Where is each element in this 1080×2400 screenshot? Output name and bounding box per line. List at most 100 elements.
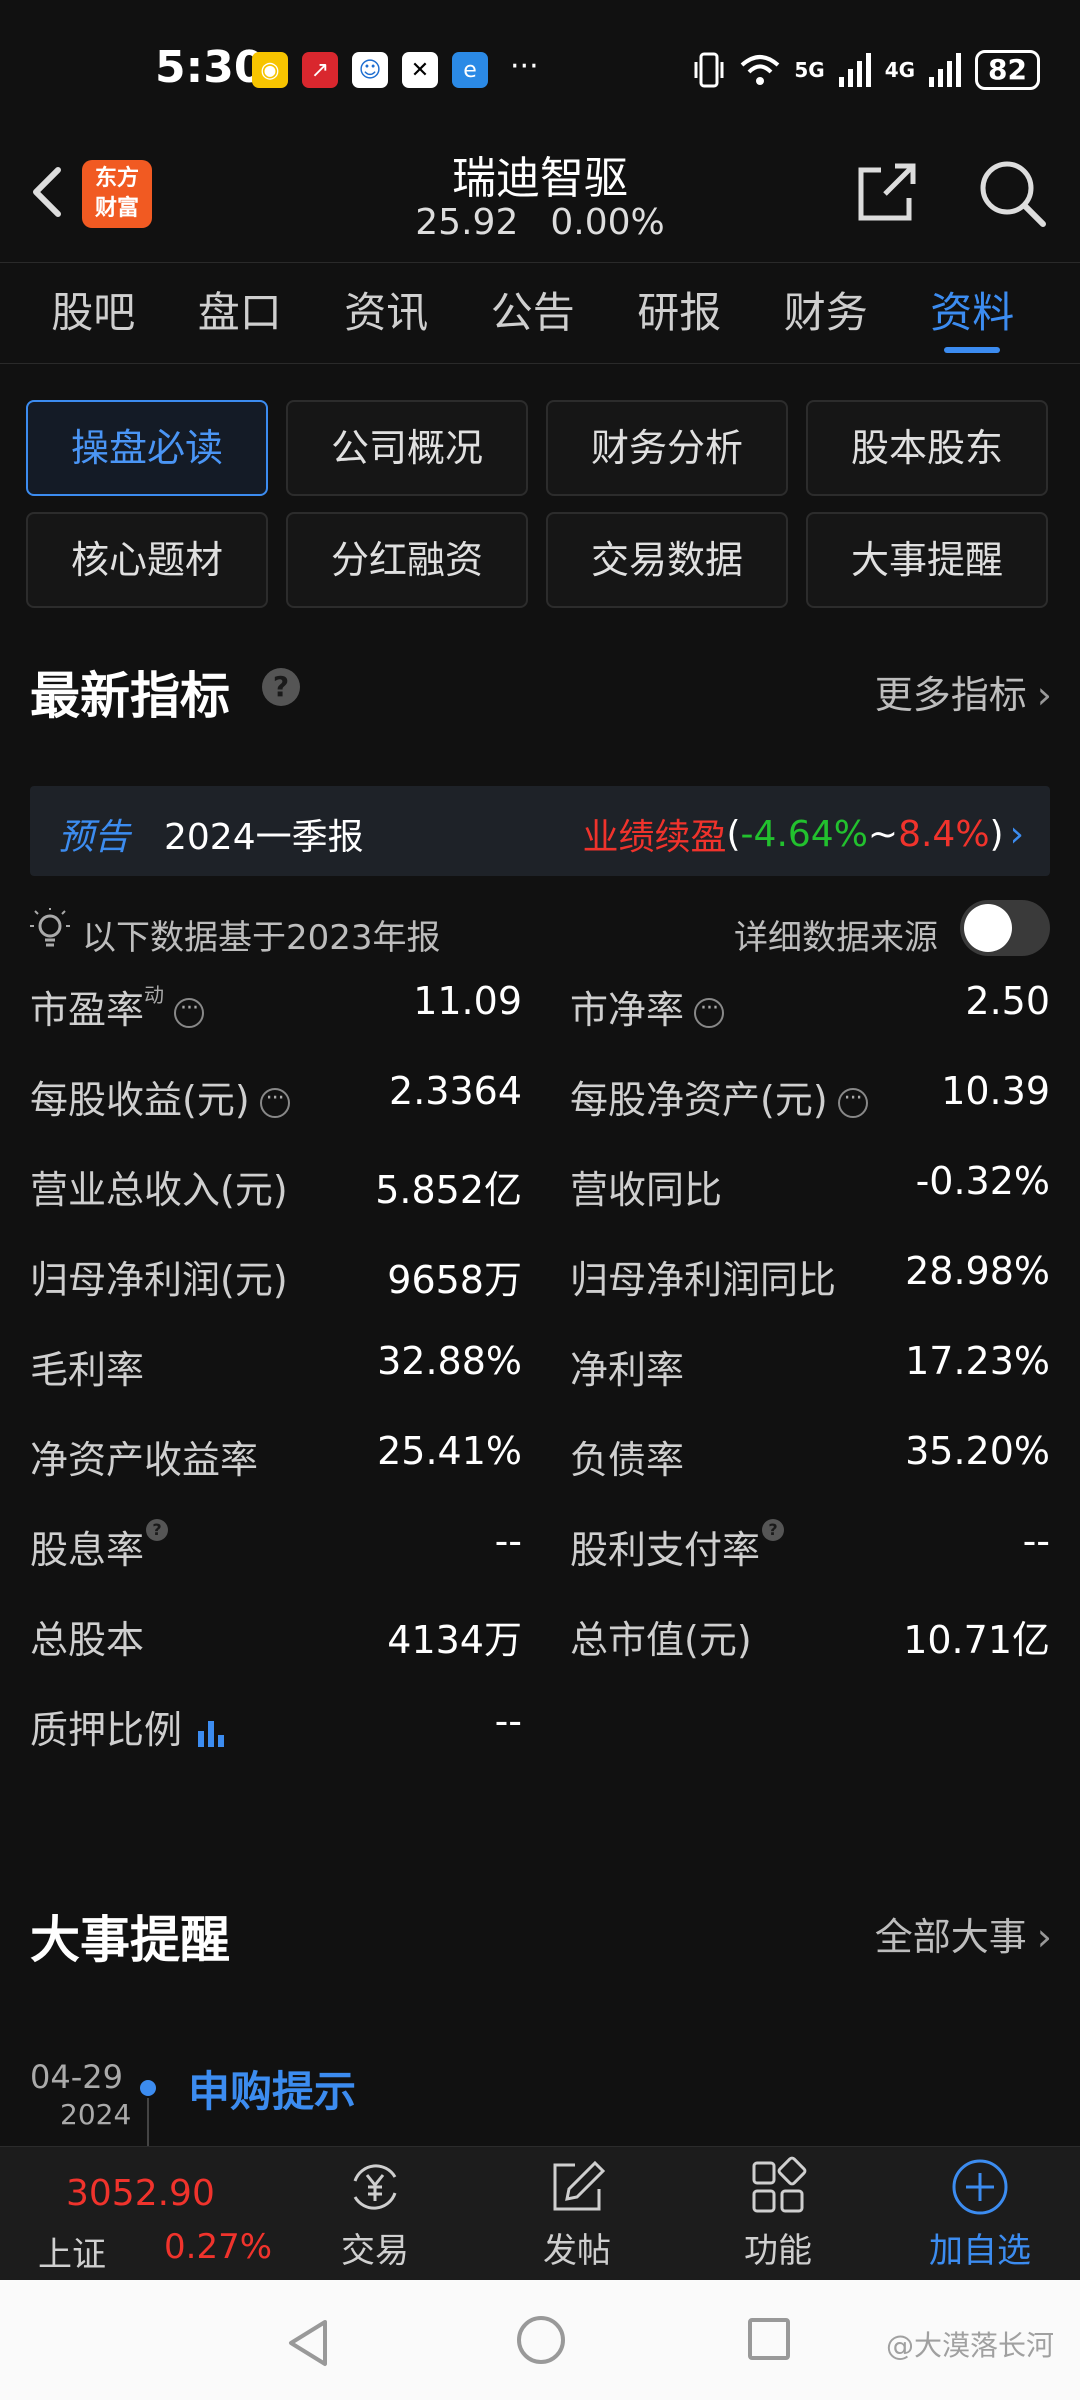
subnav-company-overview[interactable]: 公司概况: [286, 400, 528, 496]
tab-news[interactable]: 资讯: [313, 263, 460, 363]
metric-value: --: [1022, 1519, 1050, 1563]
signal-5g-icon: [838, 53, 871, 87]
metric-roe: 净资产收益率 25.41%: [30, 1415, 522, 1505]
yuan-cycle-icon: [353, 2164, 397, 2210]
metric-label: 负债率: [570, 1438, 685, 1482]
x-app-icon: ✕: [402, 52, 438, 88]
event-title[interactable]: 申购提示: [188, 2058, 356, 2119]
nav-label: 加自选: [929, 2231, 1031, 2271]
metric-label: 每股净资产(元): [570, 1078, 828, 1122]
index-name: 上证: [38, 2235, 106, 2275]
help-icon[interactable]: ?: [146, 1519, 169, 1541]
data-source-toggle[interactable]: [960, 900, 1050, 956]
mascot-app-icon: ☺: [352, 52, 388, 88]
data-source-label: 详细数据来源: [734, 918, 938, 958]
latest-indicators-title: 最新指标: [30, 667, 230, 725]
earnings-forecast-banner[interactable]: 预告 2024一季报 业绩续盈 ( -4.64% ~ 8.4% ) ›: [30, 786, 1050, 876]
metric-revenue-yoy: 营收同比 -0.32%: [570, 1145, 1050, 1235]
stock-change-pct: 0.00%: [550, 202, 665, 243]
subnav-shareholders[interactable]: 股本股东: [806, 400, 1048, 496]
metric-label: 总股本: [30, 1618, 145, 1662]
metric-sup: 动: [144, 983, 165, 1007]
bar-chart-icon[interactable]: [196, 1717, 228, 1749]
subnav-major-events[interactable]: 大事提醒: [806, 512, 1048, 608]
subnav-core-themes[interactable]: 核心题材: [26, 512, 268, 608]
help-icon[interactable]: ?: [762, 1519, 785, 1541]
metric-total-shares: 总股本 4134万: [30, 1595, 522, 1685]
stock-app-icon: ↗: [302, 52, 338, 88]
metrics-grid: 市盈率动 ··· 11.09 市净率 ··· 2.50 每股收益(元) ··· 2.3…: [30, 965, 1050, 1775]
signal-4g-icon: [929, 53, 962, 87]
metric-pledge-ratio: 质押比例 --: [30, 1685, 522, 1775]
metric-net-profit: 归母净利润(元) 9658万: [30, 1235, 522, 1325]
help-icon[interactable]: ?: [262, 668, 300, 706]
nav-add-watchlist[interactable]: 加自选: [900, 2155, 1060, 2272]
nav-post[interactable]: 发帖: [497, 2155, 657, 2272]
tab-finance[interactable]: 财务: [753, 263, 900, 363]
more-dots-icon[interactable]: ···: [694, 997, 725, 1028]
tab-profile[interactable]: 资料: [899, 263, 1046, 363]
network-5g-label: 5G: [794, 58, 825, 82]
battery-indicator: 82: [975, 50, 1040, 90]
nav-trade[interactable]: 交易: [295, 2155, 455, 2272]
subnav-trading-data[interactable]: 交易数据: [546, 512, 788, 608]
metric-value: 28.98%: [905, 1249, 1050, 1293]
more-indicators-link[interactable]: 更多指标 ›: [875, 664, 1052, 719]
nav-functions[interactable]: 功能: [698, 2155, 858, 2272]
more-dots-icon[interactable]: ···: [174, 997, 205, 1028]
more-dots-icon[interactable]: ···: [259, 1087, 290, 1118]
system-back-icon[interactable]: [285, 2318, 331, 2368]
metric-label: 净资产收益率: [30, 1438, 259, 1482]
forecast-type: 业绩续盈: [582, 817, 727, 858]
all-events-link[interactable]: 全部大事 ›: [875, 1906, 1052, 1961]
subnav-dividends-financing[interactable]: 分红融资: [286, 512, 528, 608]
status-bar: 5:30 ◉ ↗ ☺ ✕ e ··· 5G 4G 82: [0, 0, 1080, 140]
forecast-tag: 预告: [58, 817, 131, 858]
metric-gross-margin: 毛利率 32.88%: [30, 1325, 522, 1415]
subnav-trading-must-read[interactable]: 操盘必读: [26, 400, 268, 496]
index-change: 0.27%: [164, 2227, 273, 2267]
metric-label: 净利率: [570, 1348, 685, 1392]
all-events-label: 全部大事: [874, 1915, 1027, 1959]
search-icon[interactable]: [977, 158, 1047, 228]
metric-row: 净资产收益率 25.41% 负债率 35.20%: [30, 1415, 1050, 1505]
metric-row: 营业总收入(元) 5.852亿 营收同比 -0.32%: [30, 1145, 1050, 1235]
add-circle-icon: [952, 2159, 1008, 2215]
metric-label: 营业总收入(元): [30, 1168, 288, 1212]
metric-row: 归母净利润(元) 9658万 归母净利润同比 28.98%: [30, 1235, 1050, 1325]
bottom-nav: 3052.90 上证 0.27% 交易 发帖 功能 加自选: [0, 2146, 1080, 2280]
metric-value: 25.41%: [377, 1429, 522, 1473]
weibo-icon: ◉: [252, 52, 288, 88]
metric-row: 毛利率 32.88% 净利率 17.23%: [30, 1325, 1050, 1415]
metric-value: 11.09: [413, 979, 522, 1023]
status-right: 5G 4G 82: [692, 50, 1040, 90]
metric-value: 35.20%: [905, 1429, 1050, 1473]
metric-row: 每股收益(元) ··· 2.3364 每股净资产(元) ··· 10.39: [30, 1055, 1050, 1145]
metric-value: 17.23%: [905, 1339, 1050, 1383]
subnav-financial-analysis[interactable]: 财务分析: [546, 400, 788, 496]
metric-value: 2.50: [965, 979, 1050, 1023]
forecast-high: 8.4%: [898, 813, 990, 855]
tab-guba[interactable]: 股吧: [20, 263, 167, 363]
forecast-paren-open: (: [726, 813, 741, 855]
stock-price: 25.92: [415, 202, 519, 243]
tab-announcements[interactable]: 公告: [460, 263, 607, 363]
metric-label: 营收同比: [570, 1168, 723, 1212]
edit-icon: [553, 2160, 606, 2211]
metric-net-profit-yoy: 归母净利润同比 28.98%: [570, 1235, 1050, 1325]
share-icon[interactable]: [855, 160, 919, 224]
vibrate-icon: [694, 52, 724, 88]
tab-pankou[interactable]: 盘口: [167, 263, 314, 363]
metric-label: 市净率: [570, 988, 685, 1032]
metric-value: 32.88%: [377, 1339, 522, 1383]
system-home-icon[interactable]: [517, 2316, 565, 2364]
more-dots-icon[interactable]: ···: [837, 1087, 868, 1118]
system-recents-icon[interactable]: [748, 2318, 790, 2360]
metric-bvps: 每股净资产(元) ··· 10.39: [570, 1055, 1050, 1145]
tab-research[interactable]: 研报: [606, 263, 753, 363]
metric-label: 股息率: [30, 1528, 145, 1572]
metric-value: 10.39: [941, 1069, 1050, 1113]
browser-app-icon: e: [452, 52, 488, 88]
timeline-dot: [140, 2080, 156, 2096]
more-notifications-icon: ···: [510, 49, 539, 84]
